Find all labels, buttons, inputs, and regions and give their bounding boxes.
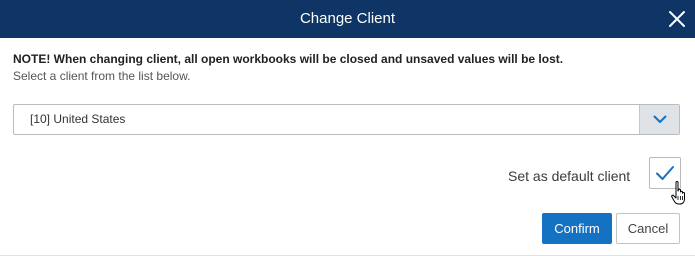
close-button[interactable] xyxy=(667,9,687,29)
client-select[interactable]: [10] United States xyxy=(13,104,680,135)
client-select-value: [10] United States xyxy=(30,112,126,126)
change-client-dialog: Change Client NOTE! When changing client… xyxy=(0,0,695,256)
cancel-button[interactable]: Cancel xyxy=(616,213,680,244)
checkmark-icon xyxy=(656,166,674,180)
dialog-titlebar: Change Client xyxy=(0,0,695,38)
instruction-text: Select a client from the list below. xyxy=(13,69,191,83)
default-client-label: Set as default client xyxy=(508,168,631,184)
dialog-title: Change Client xyxy=(299,10,396,27)
hand-cursor-icon xyxy=(671,180,685,205)
close-icon xyxy=(669,11,685,27)
confirm-button[interactable]: Confirm xyxy=(542,213,612,244)
client-select-toggle[interactable] xyxy=(639,105,679,134)
warning-note: NOTE! When changing client, all open wor… xyxy=(13,52,564,66)
chevron-down-icon xyxy=(653,115,666,123)
